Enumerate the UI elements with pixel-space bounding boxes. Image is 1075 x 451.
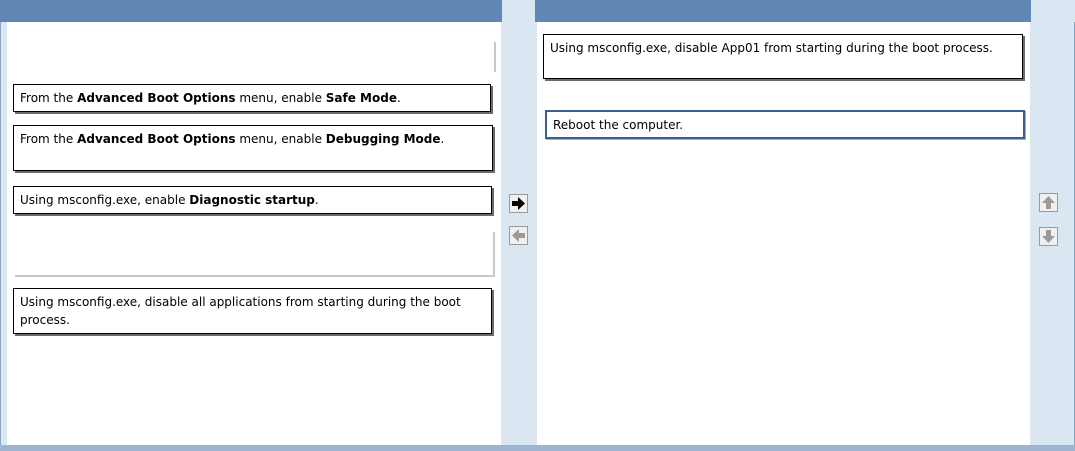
move-down-button[interactable] bbox=[1039, 227, 1058, 246]
list-item[interactable]: Using msconfig.exe, disable all applicat… bbox=[13, 288, 492, 334]
item-text: Reboot the computer. bbox=[553, 118, 684, 132]
item-text: Using msconfig.exe, disable App01 from s… bbox=[550, 41, 993, 55]
item-text: menu, enable bbox=[235, 91, 326, 105]
item-text: . bbox=[314, 193, 319, 207]
empty-slot bbox=[15, 232, 495, 277]
item-text: . bbox=[396, 91, 401, 105]
answer-list-pane bbox=[537, 22, 1030, 445]
list-item[interactable]: From the Advanced Boot Options menu, ena… bbox=[13, 84, 491, 112]
header-middle-gap bbox=[502, 0, 535, 22]
header-right-gap bbox=[1031, 0, 1075, 22]
item-text-bold: Diagnostic startup bbox=[189, 193, 315, 207]
arrow-left-icon bbox=[512, 229, 525, 242]
move-up-button[interactable] bbox=[1039, 193, 1058, 212]
item-text: menu, enable bbox=[235, 132, 326, 146]
arrow-right-icon bbox=[512, 197, 525, 210]
item-text-bold: Advanced Boot Options bbox=[77, 132, 236, 146]
item-text: Using msconfig.exe, disable all applicat… bbox=[20, 295, 461, 327]
list-item[interactable]: From the Advanced Boot Options menu, ena… bbox=[13, 125, 493, 171]
item-text: From the bbox=[20, 132, 78, 146]
list-item-selected[interactable]: Reboot the computer. bbox=[545, 110, 1025, 139]
item-text: From the bbox=[20, 91, 78, 105]
move-right-button[interactable] bbox=[509, 194, 528, 213]
item-text: . bbox=[440, 132, 445, 146]
item-text-bold: Advanced Boot Options bbox=[77, 91, 236, 105]
item-text-bold: Safe Mode bbox=[325, 91, 397, 105]
empty-slot bbox=[480, 42, 496, 72]
list-item[interactable]: Using msconfig.exe, enable Diagnostic st… bbox=[13, 186, 492, 214]
bottom-bar bbox=[0, 445, 1075, 451]
arrow-down-icon bbox=[1042, 230, 1055, 243]
item-text: Using msconfig.exe, enable bbox=[20, 193, 190, 207]
item-text-bold: Debugging Mode bbox=[325, 132, 441, 146]
header-bar bbox=[0, 0, 1075, 22]
arrow-up-icon bbox=[1042, 196, 1055, 209]
move-left-button[interactable] bbox=[509, 226, 528, 245]
list-item[interactable]: Using msconfig.exe, disable App01 from s… bbox=[543, 34, 1023, 79]
